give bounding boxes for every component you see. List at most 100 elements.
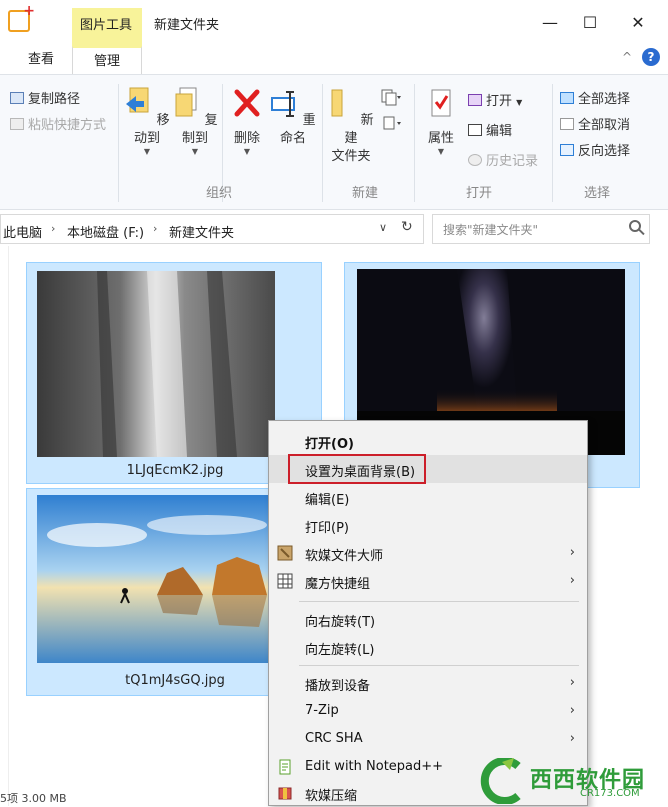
grid-icon bbox=[277, 573, 293, 589]
breadcrumb-new-folder[interactable]: 新建文件夹 bbox=[169, 222, 234, 241]
status-bar-text: 5项 3.00 MB bbox=[0, 792, 67, 805]
app-icon[interactable] bbox=[8, 3, 35, 32]
menu-item-label: 魔方快捷组 bbox=[305, 577, 371, 592]
menu-item-label: 播放到设备 bbox=[305, 679, 371, 694]
edit-button[interactable]: 编辑 bbox=[468, 120, 512, 139]
help-icon[interactable]: ? bbox=[642, 48, 660, 66]
address-history-dropdown[interactable]: ∨ bbox=[379, 221, 387, 234]
notepadpp-icon bbox=[279, 759, 291, 775]
ribbon-divider bbox=[552, 84, 553, 202]
paste-shortcut-icon bbox=[10, 118, 24, 130]
submenu-arrow-icon: › bbox=[569, 545, 575, 560]
search-icon[interactable] bbox=[629, 220, 641, 232]
menu-item-label: 向左旋转(L) bbox=[305, 643, 375, 658]
group-label-new: 新建 bbox=[352, 186, 379, 201]
invert-selection-icon bbox=[560, 144, 574, 156]
select-none-button[interactable]: 全部取消 bbox=[560, 114, 630, 133]
maximize-button[interactable]: ☐ bbox=[570, 8, 610, 38]
submenu-arrow-icon: › bbox=[569, 703, 575, 718]
paste-shortcut-button[interactable]: 粘贴快捷方式 bbox=[10, 114, 106, 133]
copy-to-icon bbox=[175, 87, 197, 117]
menu-item-rotate-right[interactable]: 向右旋转(T) bbox=[269, 605, 587, 633]
menu-item-7zip[interactable]: 7-Zip › bbox=[269, 697, 587, 725]
menu-separator bbox=[299, 601, 579, 602]
menu-separator bbox=[299, 665, 579, 666]
select-all-button[interactable]: 全部选择 bbox=[560, 88, 630, 107]
copy-path-icon bbox=[10, 92, 24, 104]
group-label-open: 打开 bbox=[466, 186, 493, 201]
properties-icon bbox=[431, 89, 451, 117]
menu-item-open[interactable]: 打开(O) bbox=[269, 427, 587, 455]
move-to-button[interactable]: 移动到 ▼ bbox=[124, 86, 170, 156]
group-label-select: 选择 bbox=[584, 186, 611, 201]
file-thumbnail bbox=[37, 271, 275, 457]
paste-shortcut-label: 粘贴快捷方式 bbox=[28, 118, 107, 133]
ribbon-divider bbox=[414, 84, 415, 202]
open-icon bbox=[468, 94, 482, 106]
breadcrumb-separator[interactable]: › bbox=[51, 222, 55, 235]
breadcrumb-separator[interactable]: › bbox=[153, 222, 157, 235]
menu-item-cast-to-device[interactable]: 播放到设备 › bbox=[269, 669, 587, 697]
rename-button[interactable]: 重命名 bbox=[270, 86, 316, 148]
properties-button[interactable]: 属性 ▼ bbox=[420, 86, 462, 156]
menu-item-label: CRC SHA bbox=[305, 731, 363, 746]
compress-icon bbox=[278, 787, 292, 800]
menu-item-mofang-quick-group[interactable]: 魔方快捷组 › bbox=[269, 567, 587, 595]
minimize-button[interactable]: — bbox=[530, 8, 570, 38]
file-master-icon bbox=[277, 545, 293, 561]
history-label: 历史记录 bbox=[486, 154, 539, 169]
breadcrumb-local-disk[interactable]: 本地磁盘 (F:) bbox=[67, 222, 144, 241]
navigation-pane-edge bbox=[0, 246, 9, 806]
watermark: 西西软件园 CR173.COM bbox=[470, 756, 668, 806]
group-label-organize: 组织 bbox=[206, 186, 233, 201]
invert-selection-label: 反向选择 bbox=[578, 144, 631, 159]
submenu-arrow-icon: › bbox=[569, 675, 575, 690]
edit-icon bbox=[468, 124, 482, 136]
select-all-label: 全部选择 bbox=[578, 92, 631, 107]
search-input[interactable] bbox=[441, 220, 615, 240]
menu-item-label: 编辑(E) bbox=[305, 493, 350, 508]
menu-item-label: 向右旋转(T) bbox=[305, 615, 376, 630]
copy-path-label: 复制路径 bbox=[28, 92, 81, 107]
history-button[interactable]: 历史记录 bbox=[468, 150, 538, 169]
address-bar[interactable]: 此电脑 › 本地磁盘 (F:) › 新建文件夹 ∨ ↻ bbox=[0, 214, 424, 244]
new-folder-icon bbox=[331, 89, 343, 117]
watermark-url: CR173.COM bbox=[580, 788, 640, 799]
invert-selection-button[interactable]: 反向选择 bbox=[560, 140, 630, 159]
open-button[interactable]: 打开 ▼ bbox=[468, 90, 522, 109]
history-icon bbox=[468, 154, 482, 166]
ribbon-divider bbox=[118, 84, 119, 202]
easy-access-icon[interactable] bbox=[380, 114, 402, 132]
breadcrumb-this-pc[interactable]: 此电脑 bbox=[3, 222, 42, 241]
edit-label: 编辑 bbox=[486, 124, 513, 139]
context-tab-picture-tools: 图片工具 bbox=[72, 8, 142, 46]
close-button[interactable]: ✕ bbox=[618, 8, 658, 38]
tab-view[interactable]: 查看 bbox=[14, 46, 68, 74]
copy-path-button[interactable]: 复制路径 bbox=[10, 88, 80, 107]
window-title: 新建文件夹 bbox=[154, 18, 220, 33]
highlight-annotation bbox=[288, 454, 426, 484]
collapse-ribbon-icon[interactable]: ^ bbox=[622, 50, 632, 64]
new-item-icon[interactable] bbox=[380, 88, 402, 106]
menu-item-crc-sha[interactable]: CRC SHA › bbox=[269, 725, 587, 753]
menu-item-label: 打印(P) bbox=[305, 521, 349, 536]
ribbon-divider bbox=[322, 84, 323, 202]
menu-item-edit[interactable]: 编辑(E) bbox=[269, 483, 587, 511]
new-folder-button[interactable]: 新建 文件夹 bbox=[328, 86, 374, 166]
menu-item-rotate-left[interactable]: 向左旋转(L) bbox=[269, 633, 587, 661]
menu-item-print[interactable]: 打印(P) bbox=[269, 511, 587, 539]
search-box[interactable] bbox=[432, 214, 650, 244]
select-all-icon bbox=[560, 92, 574, 104]
file-thumbnail bbox=[37, 495, 297, 663]
tab-manage[interactable]: 管理 bbox=[72, 46, 142, 74]
menu-item-ruanmei-file-master[interactable]: 软媒文件大师 › bbox=[269, 539, 587, 567]
copy-to-button[interactable]: 复制到 ▼ bbox=[172, 86, 218, 156]
refresh-icon[interactable]: ↻ bbox=[401, 219, 413, 235]
submenu-arrow-icon: › bbox=[569, 573, 575, 588]
delete-icon bbox=[234, 89, 260, 117]
open-label: 打开 bbox=[486, 94, 513, 109]
menu-item-label: Edit with Notepad++ bbox=[305, 759, 444, 774]
watermark-logo-icon bbox=[480, 758, 521, 804]
delete-button[interactable]: 删除 ▼ bbox=[228, 86, 266, 156]
delete-label: 删除 bbox=[233, 131, 260, 146]
